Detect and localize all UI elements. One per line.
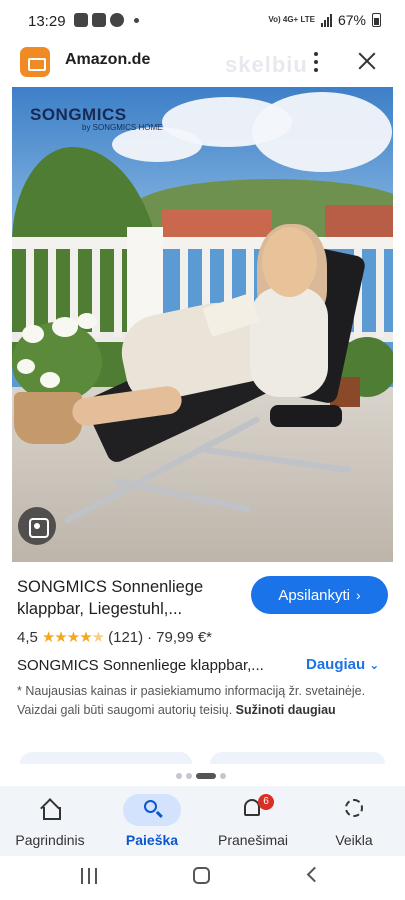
viber-icon (110, 13, 124, 27)
cloud (252, 92, 392, 172)
nav-search-label: Paieška (125, 832, 179, 848)
review-count: (121) (108, 628, 144, 646)
battery-icon (372, 13, 381, 27)
disclaimer-note: * Naujausias kainas ir pasiekiamumo info… (17, 682, 389, 720)
status-right: Vo) 4G+ LTE 67% (268, 12, 381, 28)
message-icon (92, 13, 106, 27)
pager-dot-active (196, 773, 216, 779)
cloud (112, 127, 202, 162)
site-title[interactable]: Amazon.de (65, 51, 150, 69)
house-roof (162, 209, 272, 239)
chevron-down-icon: ⌄ (369, 657, 380, 672)
house-roof (325, 205, 393, 237)
status-time: 13:29 (28, 13, 66, 30)
nav-notifications-label: Pranešimai (217, 832, 289, 848)
notification-icons (74, 13, 139, 27)
nav-home[interactable]: Pagrindinis (0, 794, 100, 854)
recent-apps-icon[interactable] (81, 868, 99, 884)
result-header: Amazon.de skelbiu (0, 42, 405, 86)
watermark: skelbiu (225, 52, 308, 77)
nav-notifications[interactable]: 6 Pranešimai (203, 794, 303, 854)
nav-home-label: Pagrindinis (15, 832, 85, 848)
rating-row: 4,5 ★★★★★ (121) · 79,99 €* (17, 628, 213, 647)
pager-dot (220, 773, 226, 779)
visit-button-label: Apsilankyti (278, 586, 351, 604)
more-link-label: Daugiau (306, 656, 366, 673)
home-button-icon[interactable] (193, 867, 210, 884)
nav-activity[interactable]: Veikla (304, 794, 404, 854)
pager-dot (186, 773, 192, 779)
battery-percent: 67% (337, 12, 366, 28)
more-link[interactable]: Daugiau ⌄ (306, 656, 379, 673)
nav-search[interactable]: Paieška (102, 794, 202, 854)
amazon-logo-icon (20, 47, 50, 77)
person-head (262, 227, 317, 297)
flower-pot (14, 392, 82, 444)
network-type-icon: Vo) 4G+ LTE (268, 15, 315, 24)
signal-icon (320, 13, 332, 27)
system-nav-bar (0, 856, 405, 900)
chevron-right-icon: › (356, 587, 361, 603)
product-title[interactable]: SONGMICS Sonnenliege klappbar, Liegestuh… (17, 576, 242, 620)
brand-logo: SONGMICS (30, 105, 127, 124)
visit-button[interactable]: Apsilankyti › (251, 576, 388, 614)
nav-activity-label: Veikla (335, 832, 373, 848)
brand-subtitle: by SONGMICS HOME (82, 123, 163, 132)
more-options-icon[interactable] (308, 48, 324, 76)
home-icon (41, 800, 61, 820)
back-icon[interactable] (306, 866, 323, 883)
notification-badge: 6 (258, 794, 274, 810)
person-torso (250, 287, 328, 397)
image-pager (176, 773, 226, 779)
pager-dot (176, 773, 182, 779)
related-cards-peek[interactable] (20, 752, 385, 764)
google-lens-icon[interactable] (18, 507, 56, 545)
product-image[interactable]: SONGMICS by SONGMICS HOME (12, 87, 393, 562)
more-notifications-icon (134, 17, 139, 23)
status-bar: 13:29 Vo) 4G+ LTE 67% (0, 0, 405, 42)
learn-more-link[interactable]: Sužinoti daugiau (236, 703, 336, 717)
separator: · (147, 628, 153, 646)
activity-icon (345, 799, 363, 817)
close-icon[interactable] (354, 48, 380, 74)
price: 79,99 €* (156, 628, 213, 646)
search-icon (144, 800, 157, 813)
star-rating-icon: ★★★★★ (41, 629, 105, 646)
product-description: SONGMICS Sonnenliege klappbar,... (17, 657, 264, 674)
cup-holder-tray (270, 405, 342, 427)
bottom-nav: Pagrindinis Paieška 6 Pranešimai Veikla (0, 786, 405, 856)
gallery-icon (74, 13, 88, 27)
rating-value: 4,5 (17, 628, 38, 646)
